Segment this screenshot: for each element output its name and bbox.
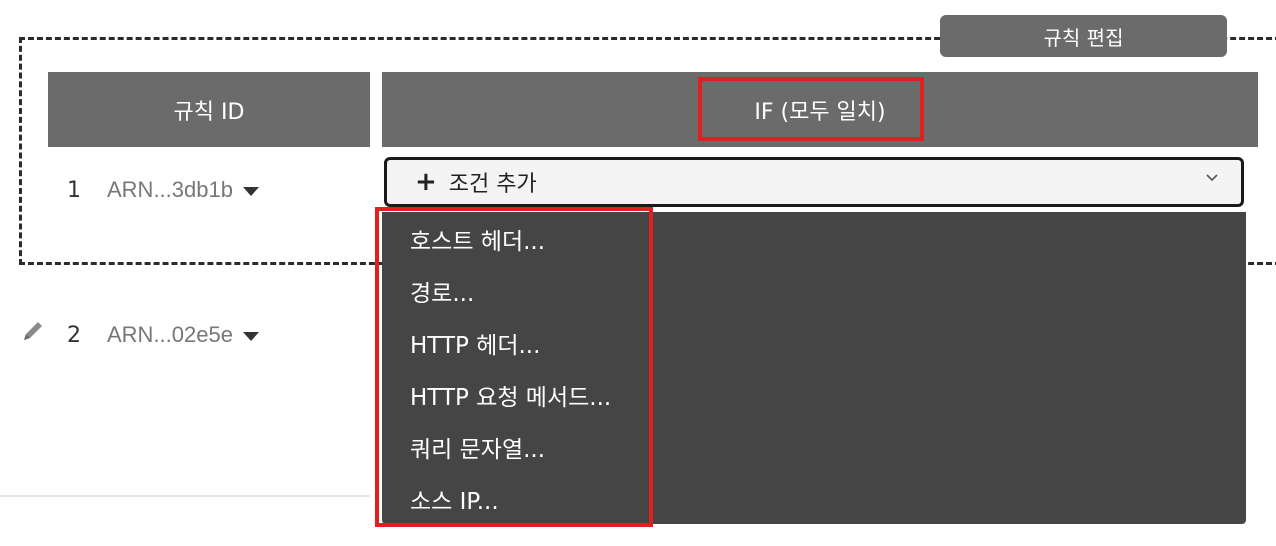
rule-number: 2: [67, 322, 81, 348]
edit-rules-label: 규칙 편집: [1043, 25, 1124, 50]
edit-rules-button[interactable]: 규칙 편집: [940, 15, 1227, 57]
rule-id-header-label: 규칙 ID: [173, 99, 245, 125]
rule-row[interactable]: 1 ARN...3db1b: [67, 170, 259, 210]
rule-row[interactable]: 2 ARN...02e5e: [67, 315, 259, 355]
arn-dropdown-caret-icon[interactable]: [242, 331, 259, 341]
menu-items-highlight: [375, 207, 653, 527]
chevron-down-icon: [1206, 174, 1218, 182]
pencil-icon[interactable]: [20, 318, 46, 344]
row-divider: [0, 495, 370, 497]
add-condition-select[interactable]: + 조건 추가: [384, 157, 1244, 207]
rule-id-header: 규칙 ID: [48, 72, 370, 147]
rule-arn: ARN...02e5e: [107, 322, 233, 347]
arn-dropdown-caret-icon[interactable]: [242, 186, 259, 196]
if-header-highlight: [698, 77, 924, 141]
rule-arn: ARN...3db1b: [107, 177, 233, 202]
plus-icon: +: [415, 167, 437, 197]
add-condition-label: 조건 추가: [448, 172, 537, 197]
rule-editor: 규칙 편집 규칙 ID IF (모두 일치) 1 ARN...3db1b 2 A…: [0, 0, 1276, 546]
rule-number: 1: [67, 177, 81, 203]
